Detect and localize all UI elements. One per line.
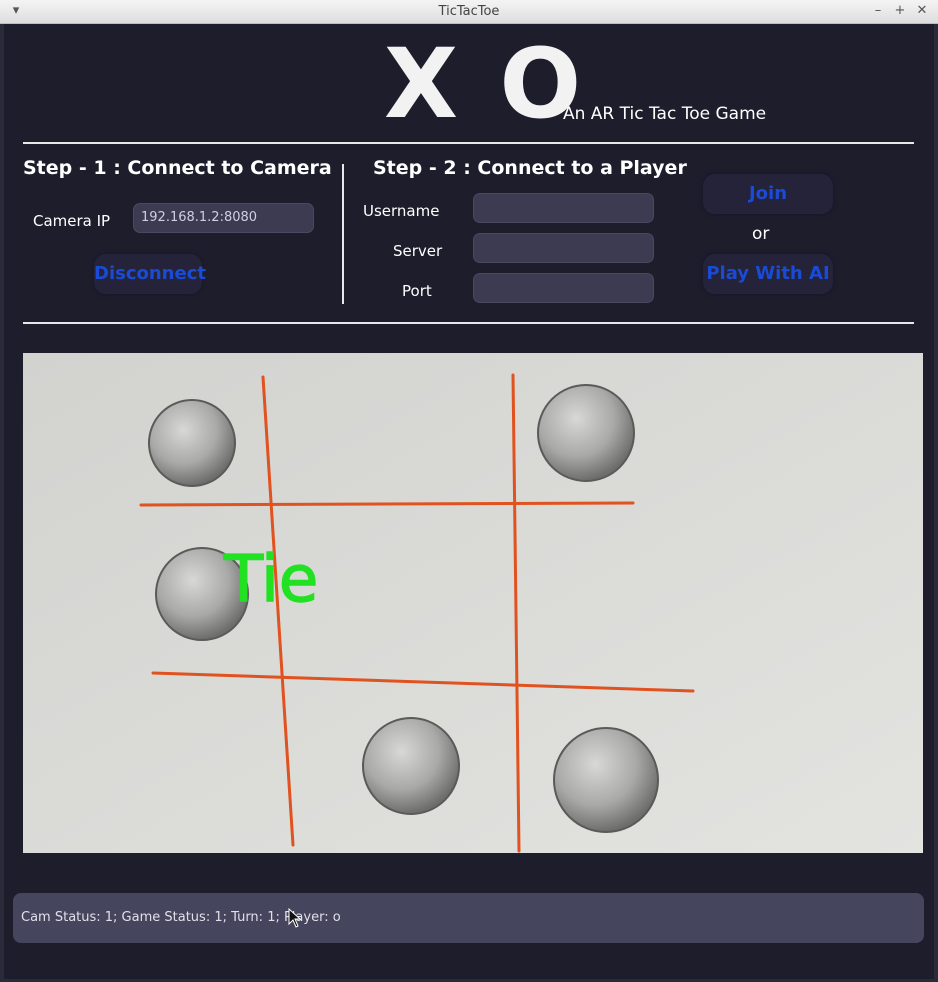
mouse-cursor-icon [288, 908, 302, 928]
status-bar: Cam Status: 1; Game Status: 1; Turn: 1; … [13, 893, 924, 943]
result-overlay-text: Tie [223, 543, 318, 617]
camera-feed: Tie [23, 353, 923, 853]
username-label: Username [363, 202, 440, 220]
camera-frame-image: Tie [23, 353, 923, 853]
close-icon[interactable]: ✕ [914, 3, 930, 19]
disconnect-button[interactable]: Disconnect [94, 254, 206, 294]
play-with-ai-button[interactable]: Play With AI [703, 254, 833, 294]
join-button[interactable]: Join [703, 174, 833, 214]
divider-top [23, 142, 914, 144]
server-input[interactable] [473, 233, 654, 263]
divider-vertical [342, 164, 344, 304]
app-subtitle: An AR Tic Tac Toe Game [563, 104, 767, 124]
maximize-icon[interactable]: + [892, 3, 908, 19]
camera-ip-input[interactable]: 192.168.1.2:8080 [133, 203, 314, 233]
step1-title: Step - 1 : Connect to Camera [23, 157, 332, 179]
coin-2 [537, 384, 635, 482]
app-window: X O An AR Tic Tac Toe Game Step - 1 : Co… [4, 24, 934, 979]
port-label: Port [402, 282, 432, 300]
camera-ip-label: Camera IP [33, 212, 111, 230]
coin-1 [148, 399, 236, 487]
divider-bottom [23, 322, 914, 324]
or-label: or [752, 224, 770, 244]
coin-5 [553, 727, 659, 833]
username-input[interactable] [473, 193, 654, 223]
minimize-icon[interactable]: – [870, 3, 886, 19]
coin-4 [362, 717, 460, 815]
grid-line-h1 [139, 501, 635, 507]
port-input[interactable] [473, 273, 654, 303]
window-titlebar: ▾ TicTacToe – + ✕ [0, 0, 938, 24]
window-title: TicTacToe [438, 4, 500, 19]
app-logo: X O [384, 28, 586, 140]
server-label: Server [393, 242, 443, 260]
step2-title: Step - 2 : Connect to a Player [373, 157, 687, 179]
